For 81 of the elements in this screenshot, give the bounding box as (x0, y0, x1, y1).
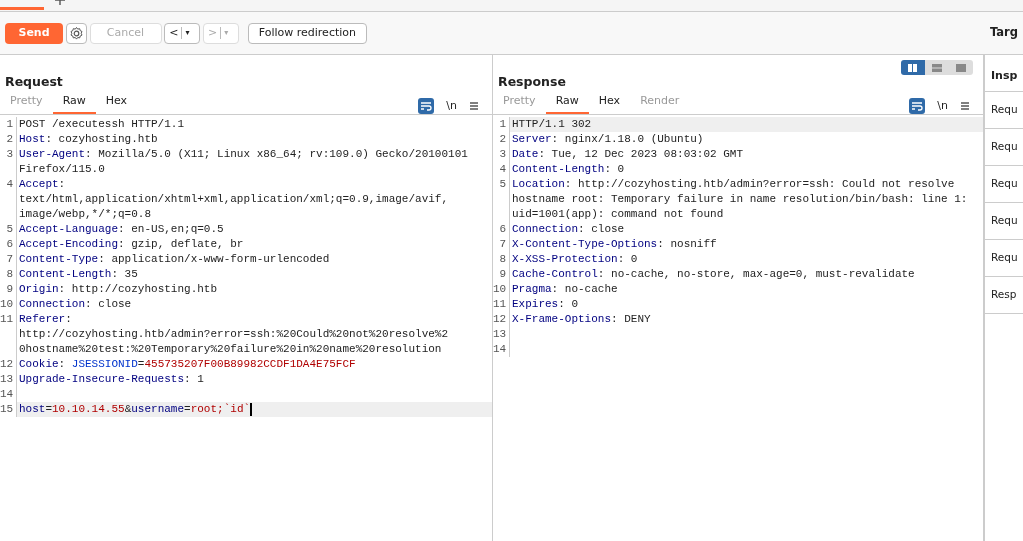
view-mode-button[interactable] (901, 60, 925, 75)
code-line: POST /executessh HTTP/1.1 (18, 117, 186, 132)
inspector-item[interactable]: Requ (985, 129, 1023, 166)
code-line: Cookie: JSESSIONID=455735207F00B89982CCDF1DA4E75FCF (18, 357, 357, 372)
line-number: 13 (493, 327, 510, 342)
line-number: 8 (0, 267, 17, 282)
inspector-item[interactable]: Requ (985, 203, 1023, 240)
code-line: Expires: 0 (511, 297, 580, 312)
code-line: User-Agent: Mozilla/5.0 (X11; Linux x86_64; rv:109.0) Gecko/20100101 Firefox/115.0 (18, 147, 469, 177)
line-number: 2 (493, 132, 510, 147)
line-number: 9 (0, 282, 17, 297)
line-number: 12 (0, 357, 17, 372)
two-rows-icon (932, 63, 942, 72)
line-number: 11 (493, 297, 510, 312)
code-line: Accept-Encoding: gzip, deflate, br (18, 237, 245, 252)
code-line: Content-Length: 35 (18, 267, 139, 282)
editor-tab[interactable]: Hex (95, 91, 138, 114)
editor-tab[interactable]: Hex (588, 91, 631, 114)
line-number: 12 (493, 312, 510, 327)
target-label: Targ (989, 24, 1018, 42)
settings-button[interactable] (65, 22, 87, 44)
line-number: 3 (0, 147, 17, 177)
newline-toggle[interactable]: \n (446, 97, 457, 114)
code-line: Accept-Language: en-US,en;q=0.5 (18, 222, 225, 237)
response-title: Response (497, 73, 567, 91)
code-line: Location: http://cozyhosting.htb/admin?error=ssh: Could not resolve hostname root: Temporary failure in name resolution/bin/bash: line 1: uid=1001(app): command not found (511, 177, 969, 222)
newline-toggle[interactable]: \n (937, 97, 948, 114)
line-number: 3 (493, 147, 510, 162)
line-number: 11 (0, 312, 17, 357)
line-number: 7 (493, 237, 510, 252)
follow-redirection-button[interactable]: Follow redirection (247, 22, 367, 44)
code-line: Referer: http://cozyhosting.htb/admin?error=ssh:%20Could%20not%20resolve%2 0hostname%20test:%20Temporary%20failure%20in%20name%20resolution (18, 312, 450, 357)
inspector-title: Insp (985, 55, 1023, 92)
square-icon (956, 63, 966, 72)
line-number: 6 (0, 237, 17, 252)
line-number: 10 (0, 297, 17, 312)
code-line: Host: cozyhosting.htb (18, 132, 159, 147)
line-number: 4 (0, 177, 17, 222)
active-tab-underline (0, 7, 44, 10)
line-number: 9 (493, 267, 510, 282)
line-number: 14 (493, 342, 510, 357)
inspector-item[interactable]: Requ (985, 166, 1023, 203)
editor-tab[interactable]: Raw (545, 91, 589, 114)
line-number: 4 (493, 162, 510, 177)
code-line: Accept: text/html,application/xhtml+xml,application/xml;q=0.9,image/avif, image/webp,*/*;q=0.8 (18, 177, 450, 222)
code-line: Server: nginx/1.18.0 (Ubuntu) (511, 132, 705, 147)
line-number: 13 (0, 372, 17, 387)
code-line: Connection: close (18, 297, 133, 312)
line-number: 10 (493, 282, 510, 297)
code-line: Connection: close (511, 222, 626, 237)
editor-tab[interactable]: Raw (52, 91, 96, 114)
inspector-item[interactable]: Requ (985, 240, 1023, 277)
inspector-item[interactable]: Resp (985, 277, 1023, 314)
code-line: Content-Length: 0 (511, 162, 626, 177)
code-line: Upgrade-Insecure-Requests: 1 (18, 372, 205, 387)
two-columns-icon (908, 63, 918, 72)
back-button[interactable]: < ▾ (164, 22, 201, 44)
code-line: X-Frame-Options: DENY (511, 312, 652, 327)
line-number: 5 (0, 222, 17, 237)
line-number: 1 (0, 117, 17, 132)
code-line: Cache-Control: no-cache, no-store, max-age=0, must-revalidate (511, 267, 916, 282)
code-line: Content-Type: application/x-www-form-urlencoded (18, 252, 331, 267)
line-number: 7 (0, 252, 17, 267)
code-line: Origin: http://cozyhosting.htb (18, 282, 219, 297)
wrap-lines-icon[interactable] (909, 97, 926, 114)
code-line: X-XSS-Protection: 0 (511, 252, 639, 267)
code-line: X-Content-Type-Options: nosniff (511, 237, 718, 252)
menu-icon[interactable] (960, 100, 970, 111)
view-mode-button[interactable] (925, 60, 949, 75)
view-mode-button[interactable] (949, 60, 973, 75)
line-number: 2 (0, 132, 17, 147)
line-number: 6 (493, 222, 510, 237)
inspector-item[interactable]: Requ (985, 92, 1023, 129)
code-line: Pragma: no-cache (511, 282, 619, 297)
line-number: 14 (0, 387, 17, 402)
wrap-lines-icon[interactable] (418, 97, 435, 114)
line-number: 5 (493, 177, 510, 222)
request-title: Request (4, 73, 64, 91)
menu-icon[interactable] (469, 100, 479, 111)
code-line: Date: Tue, 12 Dec 2023 08:03:02 GMT (511, 147, 745, 162)
line-number: 8 (493, 252, 510, 267)
